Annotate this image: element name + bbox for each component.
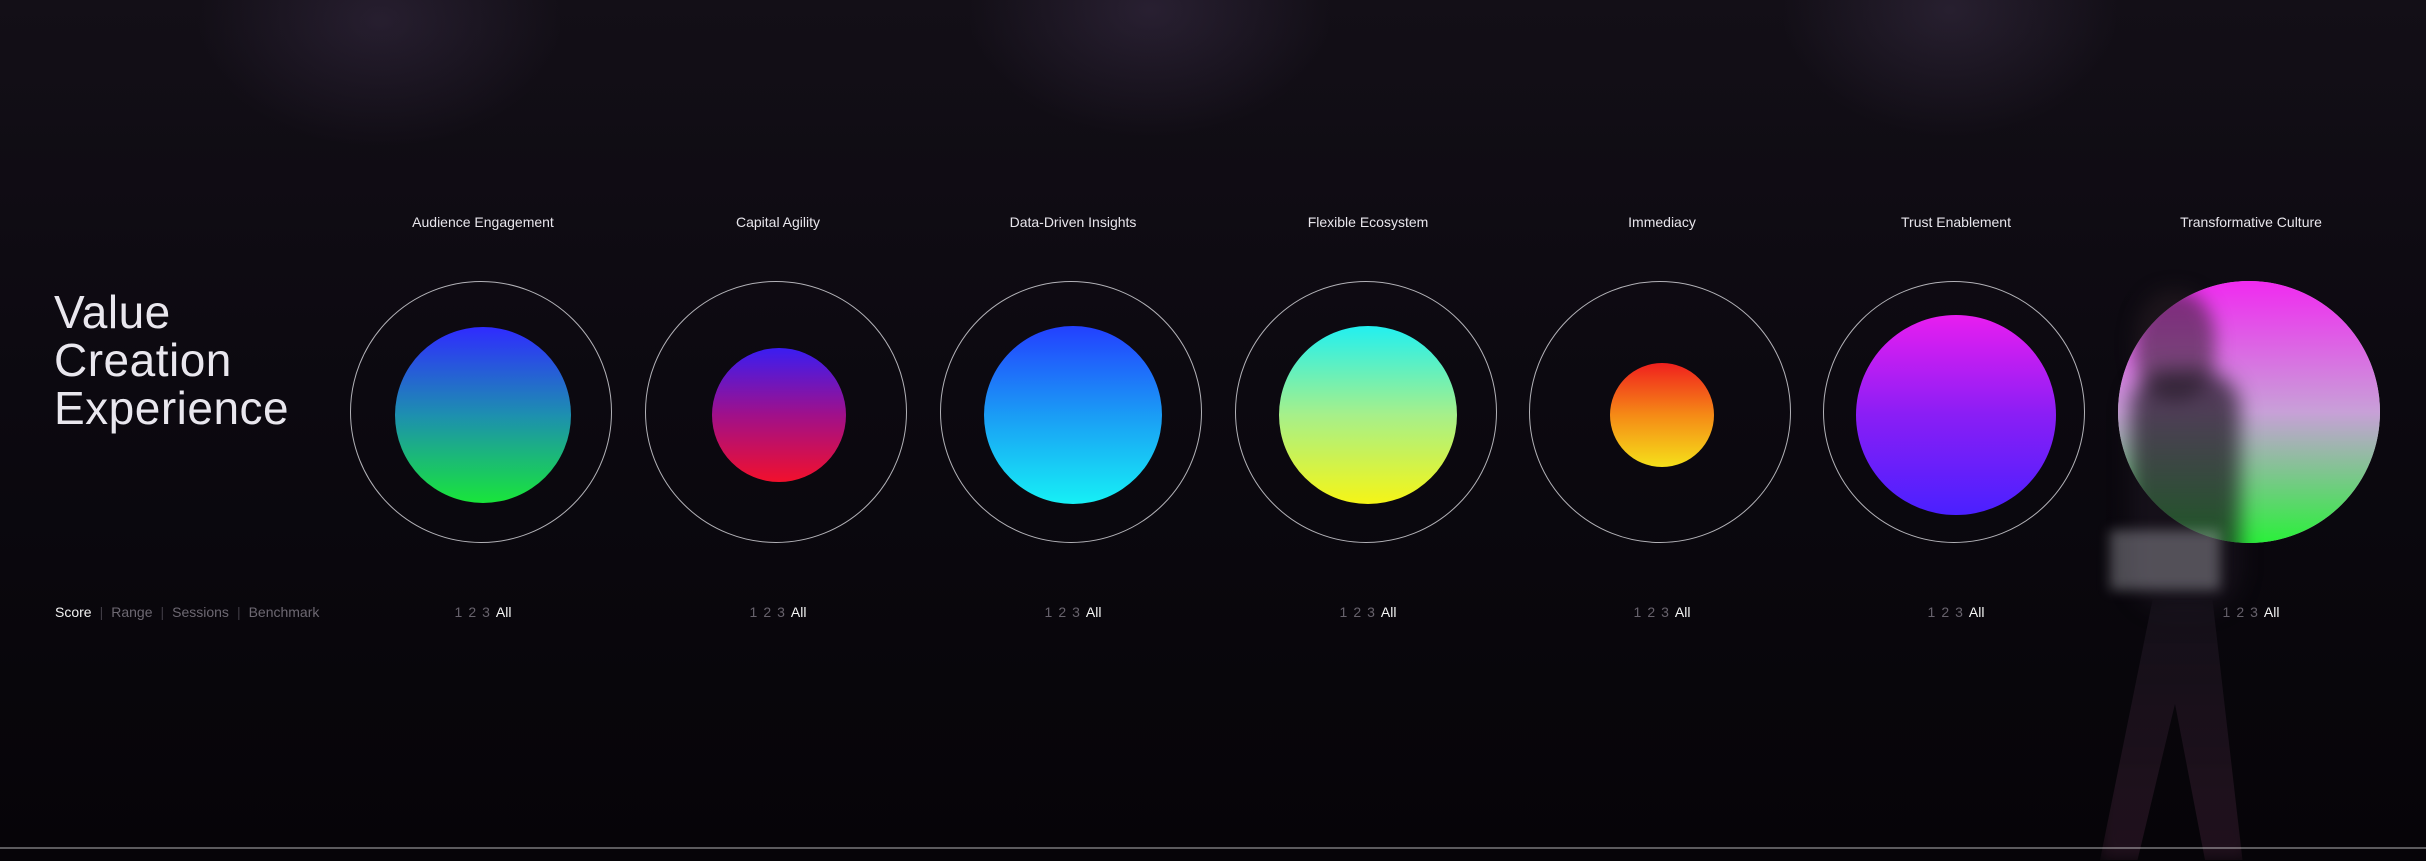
- session-option-2[interactable]: 2: [1353, 604, 1361, 620]
- value-creation-screen: Value Creation Experience Score | Range | Se…: [0, 0, 2426, 861]
- metric-label: Trust Enablement: [1901, 214, 2011, 230]
- session-option-3[interactable]: 3: [1955, 604, 1963, 620]
- session-selector: 1 2 3 All: [642, 604, 914, 620]
- metric-label: Capital Agility: [735, 214, 821, 230]
- session-option-all[interactable]: All: [1381, 604, 1397, 620]
- session-option-3[interactable]: 3: [777, 604, 785, 620]
- session-option-all[interactable]: All: [2264, 604, 2280, 620]
- metric-label: Data-Driven Insights: [1009, 214, 1137, 230]
- figure-legs: [2100, 600, 2243, 860]
- metric-orb: [1856, 315, 2056, 515]
- session-option-2[interactable]: 2: [1058, 604, 1066, 620]
- metric-orb: [712, 348, 846, 482]
- metric-orb: [1279, 326, 1457, 504]
- session-option-3[interactable]: 3: [1661, 604, 1669, 620]
- view-mode-range[interactable]: Range: [111, 604, 152, 620]
- metric-label: Audience Engagement: [412, 214, 554, 230]
- session-option-2[interactable]: 2: [1941, 604, 1949, 620]
- metric-label: Transformative Culture: [2180, 214, 2322, 230]
- session-option-1[interactable]: 1: [1045, 604, 1053, 620]
- bottom-divider: [0, 847, 2426, 849]
- session-option-all[interactable]: All: [791, 604, 807, 620]
- view-mode-score[interactable]: Score: [55, 604, 92, 620]
- view-mode-sessions[interactable]: Sessions: [172, 604, 229, 620]
- title-line-3: Experience: [54, 382, 290, 434]
- session-option-1[interactable]: 1: [1340, 604, 1348, 620]
- separator: |: [236, 604, 241, 620]
- session-option-all[interactable]: All: [496, 604, 512, 620]
- separator: |: [160, 604, 165, 620]
- session-option-3[interactable]: 3: [1367, 604, 1375, 620]
- session-option-3[interactable]: 3: [2250, 604, 2258, 620]
- separator: |: [99, 604, 104, 620]
- session-selector: 1 2 3 All: [347, 604, 619, 620]
- metric-orb: [984, 326, 1162, 504]
- metric-orb: [2118, 281, 2380, 543]
- page-title: Value Creation Experience: [54, 288, 289, 432]
- session-option-3[interactable]: 3: [482, 604, 490, 620]
- session-selector: 1 2 3 All: [937, 604, 1209, 620]
- session-option-1[interactable]: 1: [1634, 604, 1642, 620]
- title-line-1: Value: [54, 286, 171, 338]
- session-option-1[interactable]: 1: [455, 604, 463, 620]
- session-option-2[interactable]: 2: [763, 604, 771, 620]
- session-option-2[interactable]: 2: [1647, 604, 1655, 620]
- figure-paper: [2110, 530, 2220, 590]
- session-option-1[interactable]: 1: [750, 604, 758, 620]
- session-selector: 1 2 3 All: [2115, 604, 2387, 620]
- session-selector: 1 2 3 All: [1820, 604, 2092, 620]
- session-option-all[interactable]: All: [1675, 604, 1691, 620]
- metric-orb: [395, 327, 571, 503]
- session-option-3[interactable]: 3: [1072, 604, 1080, 620]
- view-mode-benchmark[interactable]: Benchmark: [249, 604, 320, 620]
- session-option-all[interactable]: All: [1969, 604, 1985, 620]
- metric-orb: [1610, 363, 1714, 467]
- session-option-1[interactable]: 1: [1928, 604, 1936, 620]
- view-mode-switcher: Score | Range | Sessions | Benchmark: [55, 604, 319, 620]
- session-selector: 1 2 3 All: [1232, 604, 1504, 620]
- session-option-1[interactable]: 1: [2223, 604, 2231, 620]
- session-option-2[interactable]: 2: [468, 604, 476, 620]
- metric-label: Immediacy: [1628, 214, 1696, 230]
- title-line-2: Creation: [54, 334, 232, 386]
- session-option-all[interactable]: All: [1086, 604, 1102, 620]
- metric-label: Flexible Ecosystem: [1307, 214, 1429, 230]
- session-option-2[interactable]: 2: [2236, 604, 2244, 620]
- session-selector: 1 2 3 All: [1526, 604, 1798, 620]
